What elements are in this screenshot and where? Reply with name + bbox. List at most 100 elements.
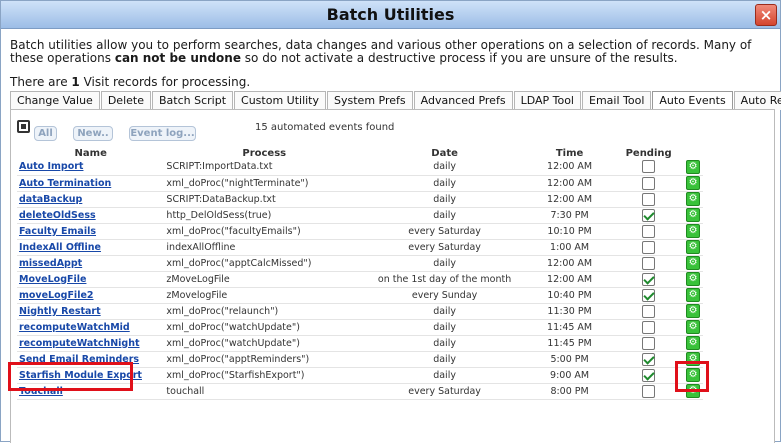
pending-checkbox[interactable] — [642, 192, 656, 206]
event-time: 12:00 AM — [525, 159, 615, 176]
event-date: daily — [364, 207, 526, 224]
pending-checkbox[interactable] — [642, 176, 656, 190]
event-action-cell: ⚙ — [683, 335, 703, 352]
event-date: daily — [364, 191, 526, 208]
pending-checkbox[interactable] — [642, 368, 656, 382]
event-name-link[interactable]: Send Email Reminders — [19, 354, 139, 365]
event-name-cell: moveLogFile2 — [17, 287, 165, 304]
event-time: 12:00 AM — [525, 175, 615, 192]
gear-icon[interactable]: ⚙ — [686, 288, 701, 302]
new-button[interactable]: New.. — [73, 126, 113, 141]
column-process: Process — [242, 148, 287, 159]
pending-checkbox[interactable] — [642, 240, 656, 254]
gear-icon[interactable]: ⚙ — [686, 352, 701, 366]
gear-icon[interactable]: ⚙ — [686, 384, 701, 398]
event-time: 7:30 PM — [525, 207, 615, 224]
gear-icon[interactable]: ⚙ — [686, 336, 701, 350]
column-name: Name — [74, 148, 107, 159]
pending-checkbox[interactable] — [642, 272, 656, 286]
tab-auto-reports[interactable]: Auto Reports — [733, 91, 781, 110]
events-table: Name Process Date Time Pending Auto Impo… — [17, 148, 703, 400]
gear-icon[interactable]: ⚙ — [686, 176, 701, 190]
event-name-link[interactable]: Nightly Restart — [19, 306, 101, 317]
event-name-link[interactable]: Starfish Module Export — [19, 370, 142, 381]
pending-checkbox[interactable] — [642, 320, 656, 334]
pending-checkbox[interactable] — [642, 288, 656, 302]
event-name-link[interactable]: MoveLogFile — [19, 274, 86, 285]
table-row: moveLogFile2 zMovelogFile every Sunday 10:4… — [17, 287, 703, 304]
pending-checkbox[interactable] — [642, 256, 656, 270]
tab-email-tool[interactable]: Email Tool — [582, 91, 652, 110]
event-name-link[interactable]: Auto Termination — [19, 178, 111, 189]
gear-icon[interactable]: ⚙ — [686, 224, 701, 238]
event-name-link[interactable]: recomputeWatchNight — [19, 338, 140, 349]
event-name-link[interactable]: recomputeWatchMid — [19, 322, 130, 333]
gear-icon[interactable]: ⚙ — [686, 368, 701, 382]
tab-system-prefs[interactable]: System Prefs — [327, 91, 413, 110]
pending-checkbox[interactable] — [642, 224, 656, 238]
tab-bar: Change Value Delete Batch Script Custom Uti… — [10, 91, 781, 110]
intro-text: Batch utilities allow you to perform sea… — [10, 39, 775, 65]
event-action-cell: ⚙ — [683, 255, 703, 272]
gear-icon[interactable]: ⚙ — [686, 304, 701, 318]
event-pending-cell — [614, 335, 684, 352]
event-name-link[interactable]: missedAppt — [19, 258, 82, 269]
gear-icon[interactable]: ⚙ — [686, 208, 701, 222]
event-action-cell: ⚙ — [683, 351, 703, 368]
gear-icon[interactable]: ⚙ — [686, 240, 701, 254]
pending-checkbox[interactable] — [642, 384, 656, 398]
tab-delete[interactable]: Delete — [100, 91, 151, 110]
event-process: zMoveLogFile — [164, 271, 365, 288]
select-all-icon[interactable] — [17, 120, 30, 133]
event-name-link[interactable]: moveLogFile2 — [19, 290, 94, 301]
intro-warning: can not be undone — [114, 51, 241, 65]
event-action-cell: ⚙ — [683, 239, 703, 256]
table-row: Auto Termination xml_doProc("nightTermina… — [17, 175, 703, 192]
event-time: 8:00 PM — [525, 383, 615, 400]
pending-checkbox[interactable] — [642, 352, 656, 366]
event-date: daily — [364, 303, 526, 320]
gear-icon[interactable]: ⚙ — [686, 159, 701, 174]
event-pending-cell — [614, 271, 684, 288]
event-pending-cell — [614, 255, 684, 272]
event-name-link[interactable]: Auto Import — [19, 161, 83, 172]
event-name-link[interactable]: Faculty Emails — [19, 226, 96, 237]
pending-checkbox[interactable] — [642, 304, 656, 318]
event-pending-cell — [614, 287, 684, 304]
pending-checkbox[interactable] — [642, 208, 656, 222]
tab-custom-utility[interactable]: Custom Utility — [234, 91, 327, 110]
event-log-button[interactable]: Event log... — [129, 126, 196, 141]
gear-icon[interactable]: ⚙ — [686, 272, 701, 286]
gear-icon[interactable]: ⚙ — [686, 192, 701, 206]
event-name-link[interactable]: Touchall — [19, 386, 63, 397]
event-action-cell: ⚙ — [683, 383, 703, 400]
event-name-link[interactable]: deleteOldSess — [19, 210, 96, 221]
tab-auto-events[interactable]: Auto Events — [652, 91, 733, 110]
event-name-link[interactable]: IndexAll Offline — [19, 242, 101, 253]
close-icon[interactable]: × — [755, 4, 777, 26]
event-name-cell: Touchall — [17, 383, 165, 400]
window-title: Batch Utilities — [326, 5, 455, 24]
events-found-count: 15 automated events found — [255, 122, 395, 133]
tab-ldap-tool[interactable]: LDAP Tool — [513, 91, 581, 110]
pending-checkbox[interactable] — [642, 336, 656, 350]
event-time: 12:00 AM — [525, 191, 615, 208]
gear-icon[interactable]: ⚙ — [686, 320, 701, 334]
event-process: xml_doProc("relaunch") — [164, 303, 365, 320]
column-pending: Pending — [625, 148, 672, 159]
tab-batch-script[interactable]: Batch Script — [151, 91, 234, 110]
event-date: every Saturday — [364, 223, 526, 240]
tab-advanced-prefs[interactable]: Advanced Prefs — [413, 91, 513, 110]
pending-checkbox[interactable] — [642, 160, 656, 174]
event-pending-cell — [614, 223, 684, 240]
event-pending-cell — [614, 383, 684, 400]
table-row: Nightly Restart xml_doProc("relaunch") dai… — [17, 303, 703, 320]
event-name-link[interactable]: dataBackup — [19, 194, 82, 205]
gear-icon[interactable]: ⚙ — [686, 256, 701, 270]
event-date: daily — [364, 319, 526, 336]
event-time: 12:00 AM — [525, 271, 615, 288]
table-row: missedAppt xml_doProc("apptCalcMissed") da… — [17, 255, 703, 272]
tab-change-value[interactable]: Change Value — [10, 91, 100, 110]
intro-text-end: so do not activate a destructive process… — [240, 51, 678, 65]
all-button[interactable]: All — [34, 126, 57, 141]
